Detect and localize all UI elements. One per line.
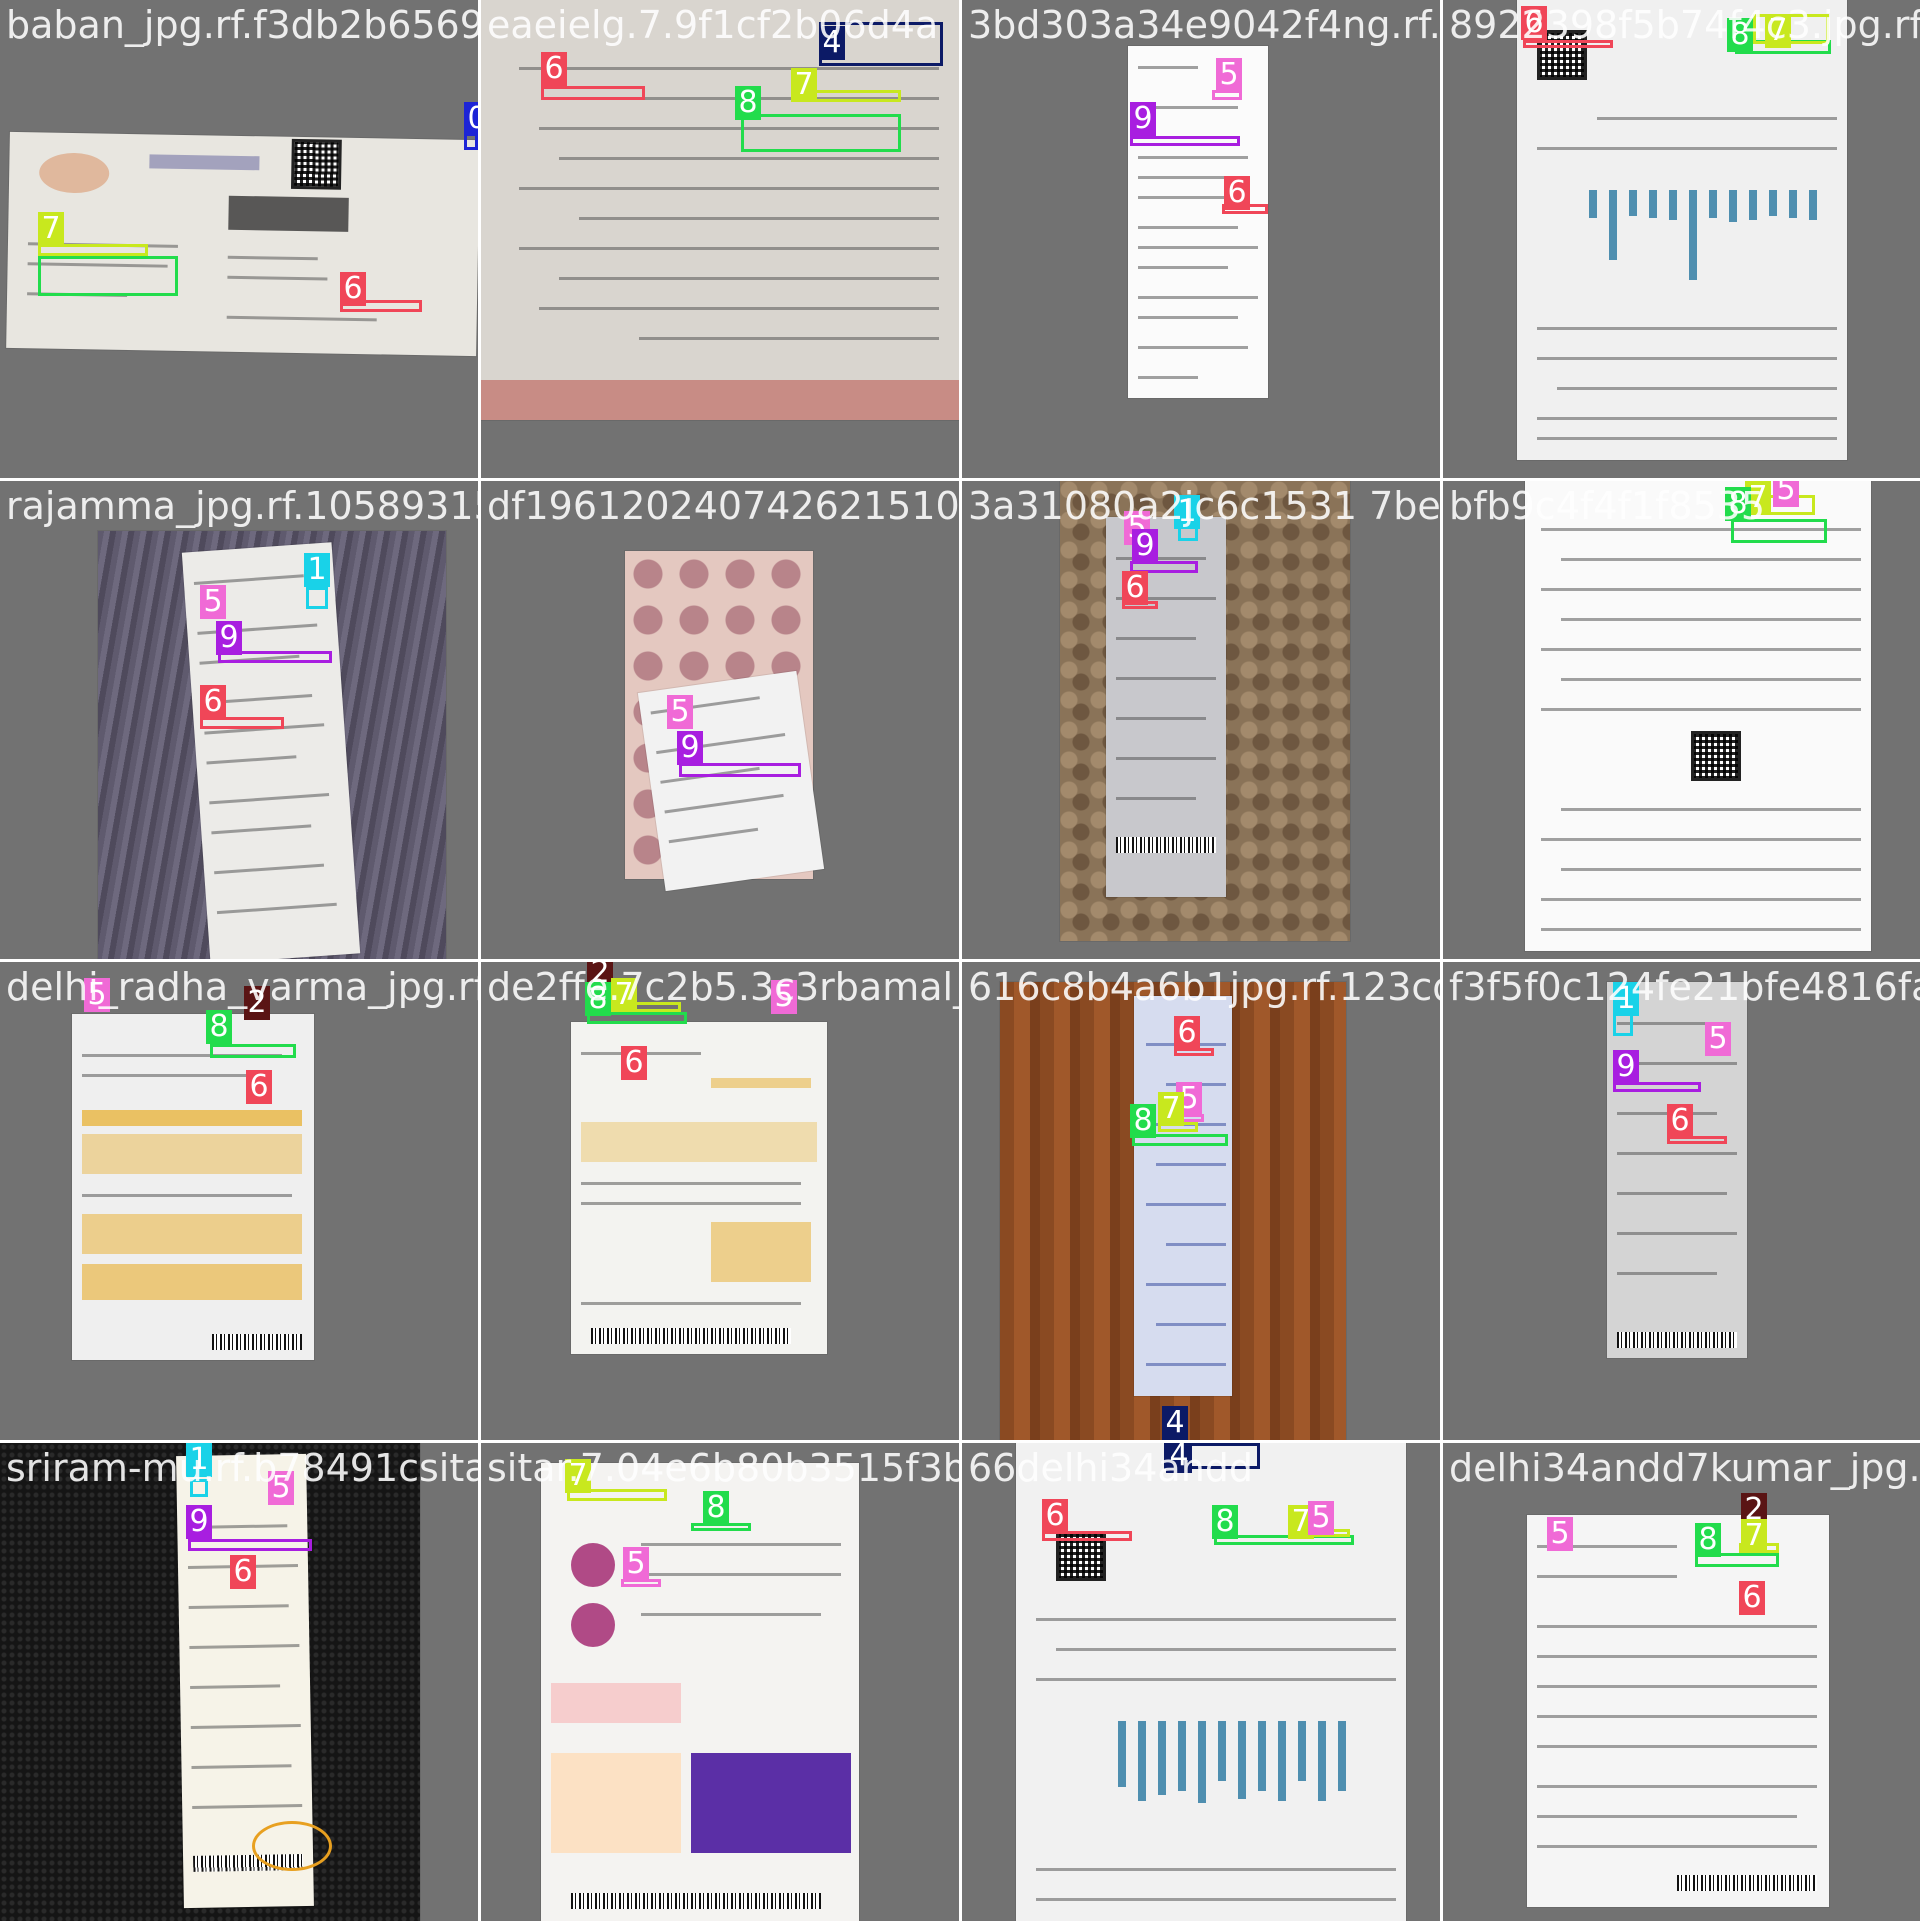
bill-photo xyxy=(72,1014,314,1360)
tag-class-6: 6 xyxy=(230,1555,256,1589)
tile-title: baban_jpg.rf.f3db2b656969eaeielg.7.9f1cf… xyxy=(6,3,478,47)
tile-15[interactable]: 66delhi34andd 4 6 8 7 5 xyxy=(962,1443,1440,1921)
bbox-class-9 xyxy=(1130,136,1240,146)
tile-title: 3a31080a2jc6c1531 7be4d075 xyxy=(968,484,1440,528)
tag-class-6: 6 xyxy=(1739,1581,1765,1615)
tile-title: delhi34andd7kumar_jpg.rf.93 xyxy=(1449,1446,1920,1490)
tag-class-5: 5 xyxy=(200,585,226,619)
tag-class-6: 6 xyxy=(541,52,567,86)
tag-class-8: 8 xyxy=(1695,1523,1721,1557)
bill-photo xyxy=(1128,46,1268,398)
tile-title: 8922398f5b74f4c3.jpg.rf.31 xyxy=(1449,3,1920,47)
tag-class-8: 8 xyxy=(1212,1505,1238,1539)
tile-12[interactable]: f3f5f0c124fe21bfe4816fa 1 5 9 6 xyxy=(1443,962,1920,1440)
tag-class-5: 5 xyxy=(1705,1022,1731,1056)
tile-14[interactable]: sitar.7.04e6b80b3515f3b776 7 8 5 xyxy=(481,1443,959,1921)
tag-class-6: 6 xyxy=(1224,176,1250,210)
tile-7[interactable]: 3a31080a2jc6c1531 7be4d075 5 1 9 6 xyxy=(962,481,1440,959)
tag-class-9: 9 xyxy=(1613,1050,1639,1084)
bill-photo xyxy=(541,1463,859,1921)
tag-class-9: 9 xyxy=(186,1505,212,1539)
tag-class-5: 5 xyxy=(1216,58,1242,92)
tag-class-8: 8 xyxy=(735,86,761,120)
tile-title: eaeielg.7.9f1cf2b06d4a xyxy=(487,3,939,47)
bbox-class-1 xyxy=(306,587,328,609)
tag-class-6: 6 xyxy=(1042,1499,1068,1533)
tile-5[interactable]: rajamma_jpg.rf.10589315dfdf1961202407426… xyxy=(0,481,478,959)
tile-title: 3bd303a34e9042f4ng.rf.b5aeb77ac xyxy=(968,3,1440,47)
tag-class-4: 4 xyxy=(1162,1406,1188,1440)
tag-class-7: 7 xyxy=(38,212,64,246)
tile-4[interactable]: 8922398f5b74f4c3.jpg.rf.31 6 8 7 xyxy=(1443,0,1920,478)
bill-photo xyxy=(1016,1443,1406,1921)
tile-10[interactable]: de2ffe.7c2b5.3c3rbamal_jpg.rf.3e 2 8 7 5… xyxy=(481,962,959,1440)
tile-title: df1961202407426215102_jpg.rf. xyxy=(487,484,959,528)
bill-photo xyxy=(1527,1515,1829,1907)
bill-illustration xyxy=(571,1603,615,1647)
tile-title: 616c8b4a6b1jpg.rf.123cd845 xyxy=(968,965,1440,1009)
tile-2[interactable]: eaeielg.7.9f1cf2b06d4a 4 6 8 7 xyxy=(481,0,959,478)
tag-class-6: 6 xyxy=(621,1046,647,1080)
tile-title: bfb9c4f4f1f8535 xyxy=(1449,484,1766,528)
bill-photo xyxy=(1525,481,1871,951)
tile-title: sriram-mu.rf.b78491csitar.7.04e6b80b35 1… xyxy=(6,1446,478,1490)
tag-class-9: 9 xyxy=(677,731,703,765)
tag-class-8: 8 xyxy=(1130,1104,1156,1138)
tag-class-9: 9 xyxy=(1130,102,1156,136)
tile-8[interactable]: bfb9c4f4f1f8535 7 5 8 xyxy=(1443,481,1920,959)
receipt-photo xyxy=(637,670,825,892)
tile-16[interactable]: delhi34andd7kumar_jpg.rf.93 5 2 8 7 6 xyxy=(1443,1443,1920,1921)
bill-photo xyxy=(1517,0,1847,460)
tag-class-5: 5 xyxy=(1308,1501,1334,1535)
tile-1[interactable]: baban_jpg.rf.f3db2b656969eaeielg.7.9f1cf… xyxy=(0,0,478,478)
tag-class-8: 8 xyxy=(206,1010,232,1044)
tag-class-7: 7 xyxy=(791,68,817,102)
receipt-photo xyxy=(1134,996,1232,1396)
tile-title: rajamma_jpg.rf.10589315dfdf1961202407426… xyxy=(6,484,478,528)
tag-class-6: 6 xyxy=(1174,1016,1200,1050)
bill-photo xyxy=(571,1022,827,1354)
tag-class-7: 7 xyxy=(1158,1092,1184,1126)
tag-class-5: 5 xyxy=(667,695,693,729)
tile-title: delhi_radha_varma_jpg.rf.1bde2ffe.7c2b5.… xyxy=(6,965,478,1009)
tag-class-8: 8 xyxy=(703,1491,729,1525)
tag-class-6: 6 xyxy=(340,272,366,306)
bbox-class-8 xyxy=(741,114,901,152)
tag-class-7: 7 xyxy=(1741,1519,1767,1553)
tag-class-6: 6 xyxy=(1122,571,1148,605)
bbox-class-8 xyxy=(38,256,178,296)
tile-6[interactable]: df1961202407426215102_jpg.rf. 5 9 xyxy=(481,481,959,959)
tile-title: de2ffe.7c2b5.3c3rbamal_jpg.rf.3e xyxy=(487,965,959,1009)
bill-illustration xyxy=(691,1753,851,1853)
tag-class-5: 5 xyxy=(1547,1517,1573,1551)
tile-3[interactable]: 3bd303a34e9042f4ng.rf.b5aeb77ac 5 9 6 xyxy=(962,0,1440,478)
tag-class-6: 6 xyxy=(200,685,226,719)
bill-illustration xyxy=(571,1543,615,1587)
bbox-class-9 xyxy=(679,763,801,777)
detection-mosaic: baban_jpg.rf.f3db2b656969eaeielg.7.9f1cf… xyxy=(0,0,1920,1921)
tag-class-6: 6 xyxy=(246,1070,272,1104)
bbox-class-9 xyxy=(188,1539,312,1551)
tile-title: sitar.7.04e6b80b3515f3b776 xyxy=(487,1446,959,1490)
tile-title: 66delhi34andd xyxy=(968,1446,1254,1490)
tag-class-1: 1 xyxy=(304,553,330,587)
tile-13[interactable]: sriram-mu.rf.b78491csitar.7.04e6b80b35 1… xyxy=(0,1443,478,1921)
tag-class-5: 5 xyxy=(623,1547,649,1581)
tile-9[interactable]: delhi_radha_varma_jpg.rf.1bde2ffe.7c2b5.… xyxy=(0,962,478,1440)
tag-class-9: 9 xyxy=(1132,529,1158,563)
bbox-class-6 xyxy=(541,86,645,100)
circle-annotation xyxy=(252,1821,332,1871)
tile-11[interactable]: 616c8b4a6b1jpg.rf.123cd845 6 5 8 7 4 xyxy=(962,962,1440,1440)
tag-class-9: 9 xyxy=(216,621,242,655)
bbox-class-8 xyxy=(210,1044,296,1058)
tile-title: f3f5f0c124fe21bfe4816fa xyxy=(1449,965,1920,1009)
tag-class-6: 6 xyxy=(1667,1104,1693,1138)
tag-class-0: 0 xyxy=(464,102,478,136)
